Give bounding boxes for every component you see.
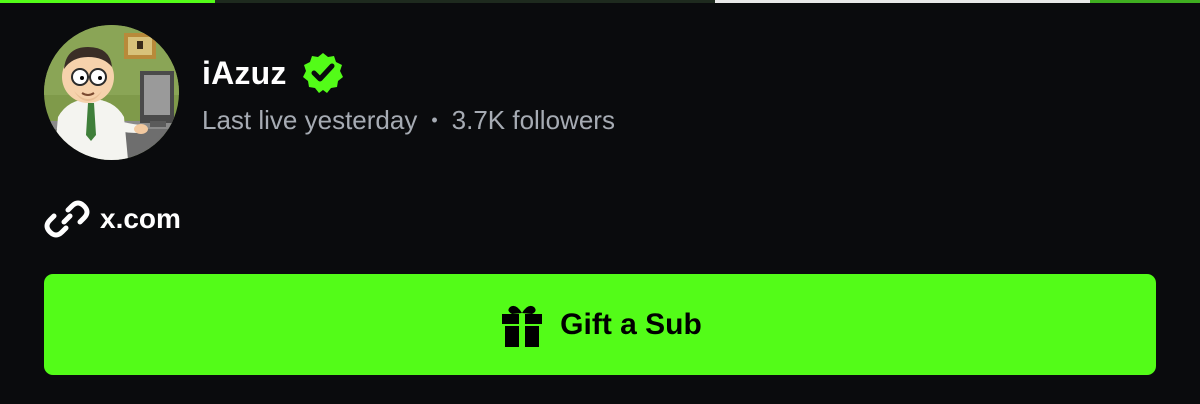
- follower-count: 3.7K followers: [451, 105, 615, 135]
- last-live-text: Last live yesterday: [202, 105, 418, 135]
- top-strip-highlight-segment: [715, 0, 1090, 3]
- name-row: iAzuz: [202, 49, 615, 97]
- gift-icon: [498, 301, 546, 349]
- gift-a-sub-button[interactable]: Gift a Sub: [44, 274, 1156, 375]
- gift-a-sub-label: Gift a Sub: [560, 307, 702, 341]
- avatar[interactable]: [44, 25, 179, 160]
- profile-info: iAzuz Last live yesterday • 3.7K followe…: [202, 49, 615, 136]
- meta-separator: •: [431, 110, 438, 130]
- verified-badge-icon: [301, 51, 345, 95]
- top-strip-accent-segment: [0, 0, 215, 3]
- channel-username[interactable]: iAzuz: [202, 55, 287, 92]
- channel-profile-card: iAzuz Last live yesterday • 3.7K followe…: [0, 0, 1200, 404]
- social-link-label: x.com: [100, 203, 181, 234]
- channel-meta-row: Last live yesterday • 3.7K followers: [202, 105, 615, 136]
- top-progress-strip: [0, 0, 1200, 3]
- social-link-x[interactable]: x.com: [44, 196, 181, 242]
- avatar-image: [44, 25, 179, 160]
- top-strip-accent-segment-right: [1090, 0, 1200, 3]
- profile-header: iAzuz Last live yesterday • 3.7K followe…: [44, 25, 615, 160]
- link-icon: [44, 196, 90, 242]
